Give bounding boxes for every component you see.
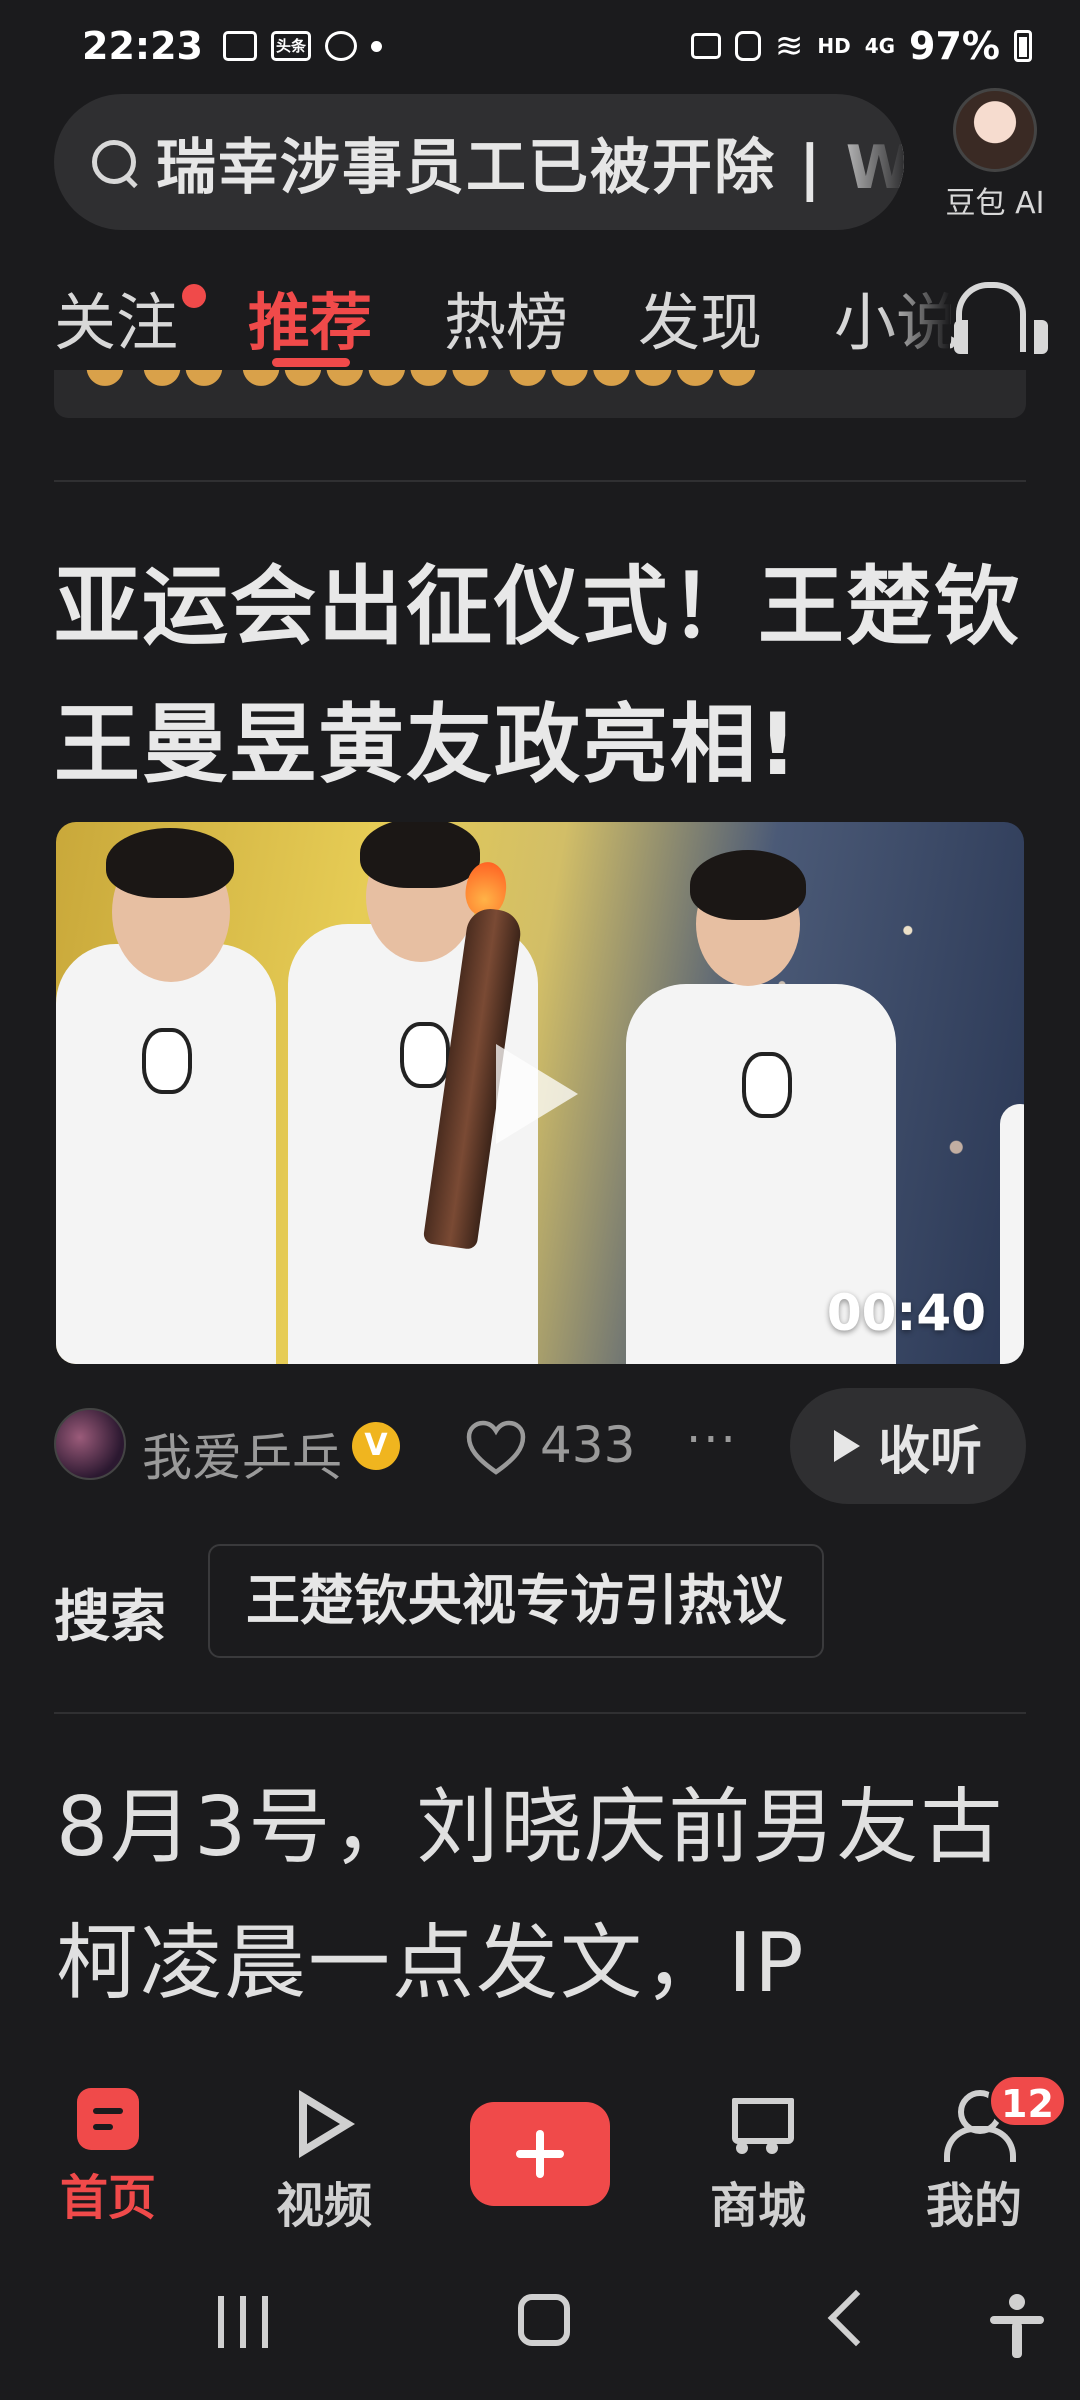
search-hint: 瑞幸涉事员工已被开除 | W: [156, 132, 904, 203]
notification-badge: 12: [988, 2074, 1067, 2128]
person-middle-hair: [360, 822, 480, 888]
tab-recommend[interactable]: 推荐: [248, 272, 372, 362]
weibo-icon: [324, 31, 357, 61]
unread-dot: [182, 284, 206, 308]
article-title[interactable]: 亚运会出征仪式！王楚钦王曼昱黄友政亮相!: [54, 538, 1026, 814]
notification-icons: 头条: [222, 31, 357, 61]
tab-discover[interactable]: 发现: [638, 272, 762, 362]
toutiao-icon: 头条: [270, 31, 311, 61]
system-status: ≋ HD 4G 97%: [690, 24, 1032, 68]
home-button-icon[interactable]: [518, 2294, 570, 2346]
heart-icon[interactable]: [466, 1420, 526, 1476]
hd-indicator: HD: [817, 34, 851, 58]
article-meta: 我爱乒乓 V 433 ··· 收听: [54, 1388, 1026, 1508]
search-icon: [88, 136, 140, 188]
person-left: [56, 944, 276, 1364]
search-suggestion-label: 搜索: [54, 1585, 166, 1650]
panda-logo: [400, 1022, 450, 1088]
wifi-icon: ≋: [774, 26, 804, 66]
verified-icon: V: [352, 1422, 400, 1470]
home-icon: [77, 2088, 139, 2150]
search-bar[interactable]: 瑞幸涉事员工已被开除 | W: [54, 94, 904, 230]
like-count: 433: [540, 1416, 636, 1474]
channel-tabs: 关注 推荐 热榜 发现 小说: [0, 258, 1080, 368]
gallery-icon: [222, 31, 257, 61]
play-icon: [833, 1430, 860, 1462]
search-suggestion-chip[interactable]: 王楚钦央视专访引热议: [208, 1544, 824, 1658]
back-icon[interactable]: [827, 2289, 885, 2347]
previous-card-text: ● ●● ●●●●●● ●●●●●●: [84, 370, 758, 392]
nav-mall[interactable]: 商城: [688, 2088, 828, 2236]
play-icon[interactable]: [496, 1044, 578, 1144]
clock: 22:23: [82, 24, 203, 68]
accessibility-icon[interactable]: [990, 2294, 1044, 2358]
headphone-icon[interactable]: [952, 282, 1048, 360]
battery-icon: [1014, 30, 1032, 62]
system-nav-bar: [0, 2256, 1080, 2400]
doubao-label: 豆包 AI: [945, 186, 1045, 221]
panda-logo: [742, 1052, 792, 1118]
tab-follow[interactable]: 关注: [54, 272, 178, 362]
active-tab-indicator: [272, 358, 350, 367]
tab-fade: [880, 258, 950, 368]
divider: [54, 480, 1026, 482]
divider: [54, 1712, 1026, 1714]
accessibility-body: [1012, 2322, 1022, 2358]
video-thumbnail[interactable]: 00:40: [56, 822, 1024, 1364]
bottom-nav: 首页 视频 商城 我的: [0, 2066, 1080, 2236]
app-icon: [734, 31, 761, 61]
nav-me-label: 我的: [925, 2178, 1022, 2234]
previous-card-edge[interactable]: ● ●● ●●●●●● ●●●●●●: [54, 370, 1026, 418]
more-notifications-dot: [370, 40, 382, 52]
nav-home[interactable]: 首页: [38, 2088, 178, 2228]
nav-video-label: 视频: [275, 2178, 372, 2234]
author-name[interactable]: 我爱乒乓: [142, 1418, 342, 1490]
nav-video[interactable]: 视频: [254, 2088, 394, 2236]
add-button[interactable]: [470, 2102, 610, 2206]
person-edge: [1000, 1104, 1024, 1364]
listen-label: 收听: [877, 1421, 982, 1482]
nav-mall-label: 商城: [709, 2178, 806, 2234]
download-icon: [690, 33, 721, 59]
panda-logo: [142, 1028, 192, 1094]
article-text[interactable]: 8月3号，刘晓庆前男友古柯凌晨一点发文，IP: [56, 1760, 1028, 2070]
video-icon: [289, 2088, 359, 2158]
battery-percent: 97%: [909, 24, 1000, 68]
recents-icon[interactable]: [218, 2296, 268, 2348]
more-options-icon[interactable]: ···: [686, 1412, 738, 1468]
cart-icon: [722, 2088, 794, 2158]
listen-button[interactable]: 收听: [790, 1388, 1026, 1504]
person-left-hair: [106, 828, 234, 898]
signal-indicator: 4G: [864, 34, 896, 58]
status-bar: 22:23 头条 ≋ HD 4G 97%: [0, 0, 1080, 92]
doubao-avatar: [953, 88, 1037, 172]
nav-home-label: 首页: [59, 2170, 156, 2226]
tab-hot-list[interactable]: 热榜: [444, 272, 568, 362]
author-avatar[interactable]: [54, 1408, 126, 1480]
doubao-ai-button[interactable]: 豆包 AI: [930, 88, 1060, 222]
person-right-hair: [690, 850, 806, 920]
search-fade: [824, 94, 904, 230]
video-duration: 00:40: [826, 1284, 986, 1342]
